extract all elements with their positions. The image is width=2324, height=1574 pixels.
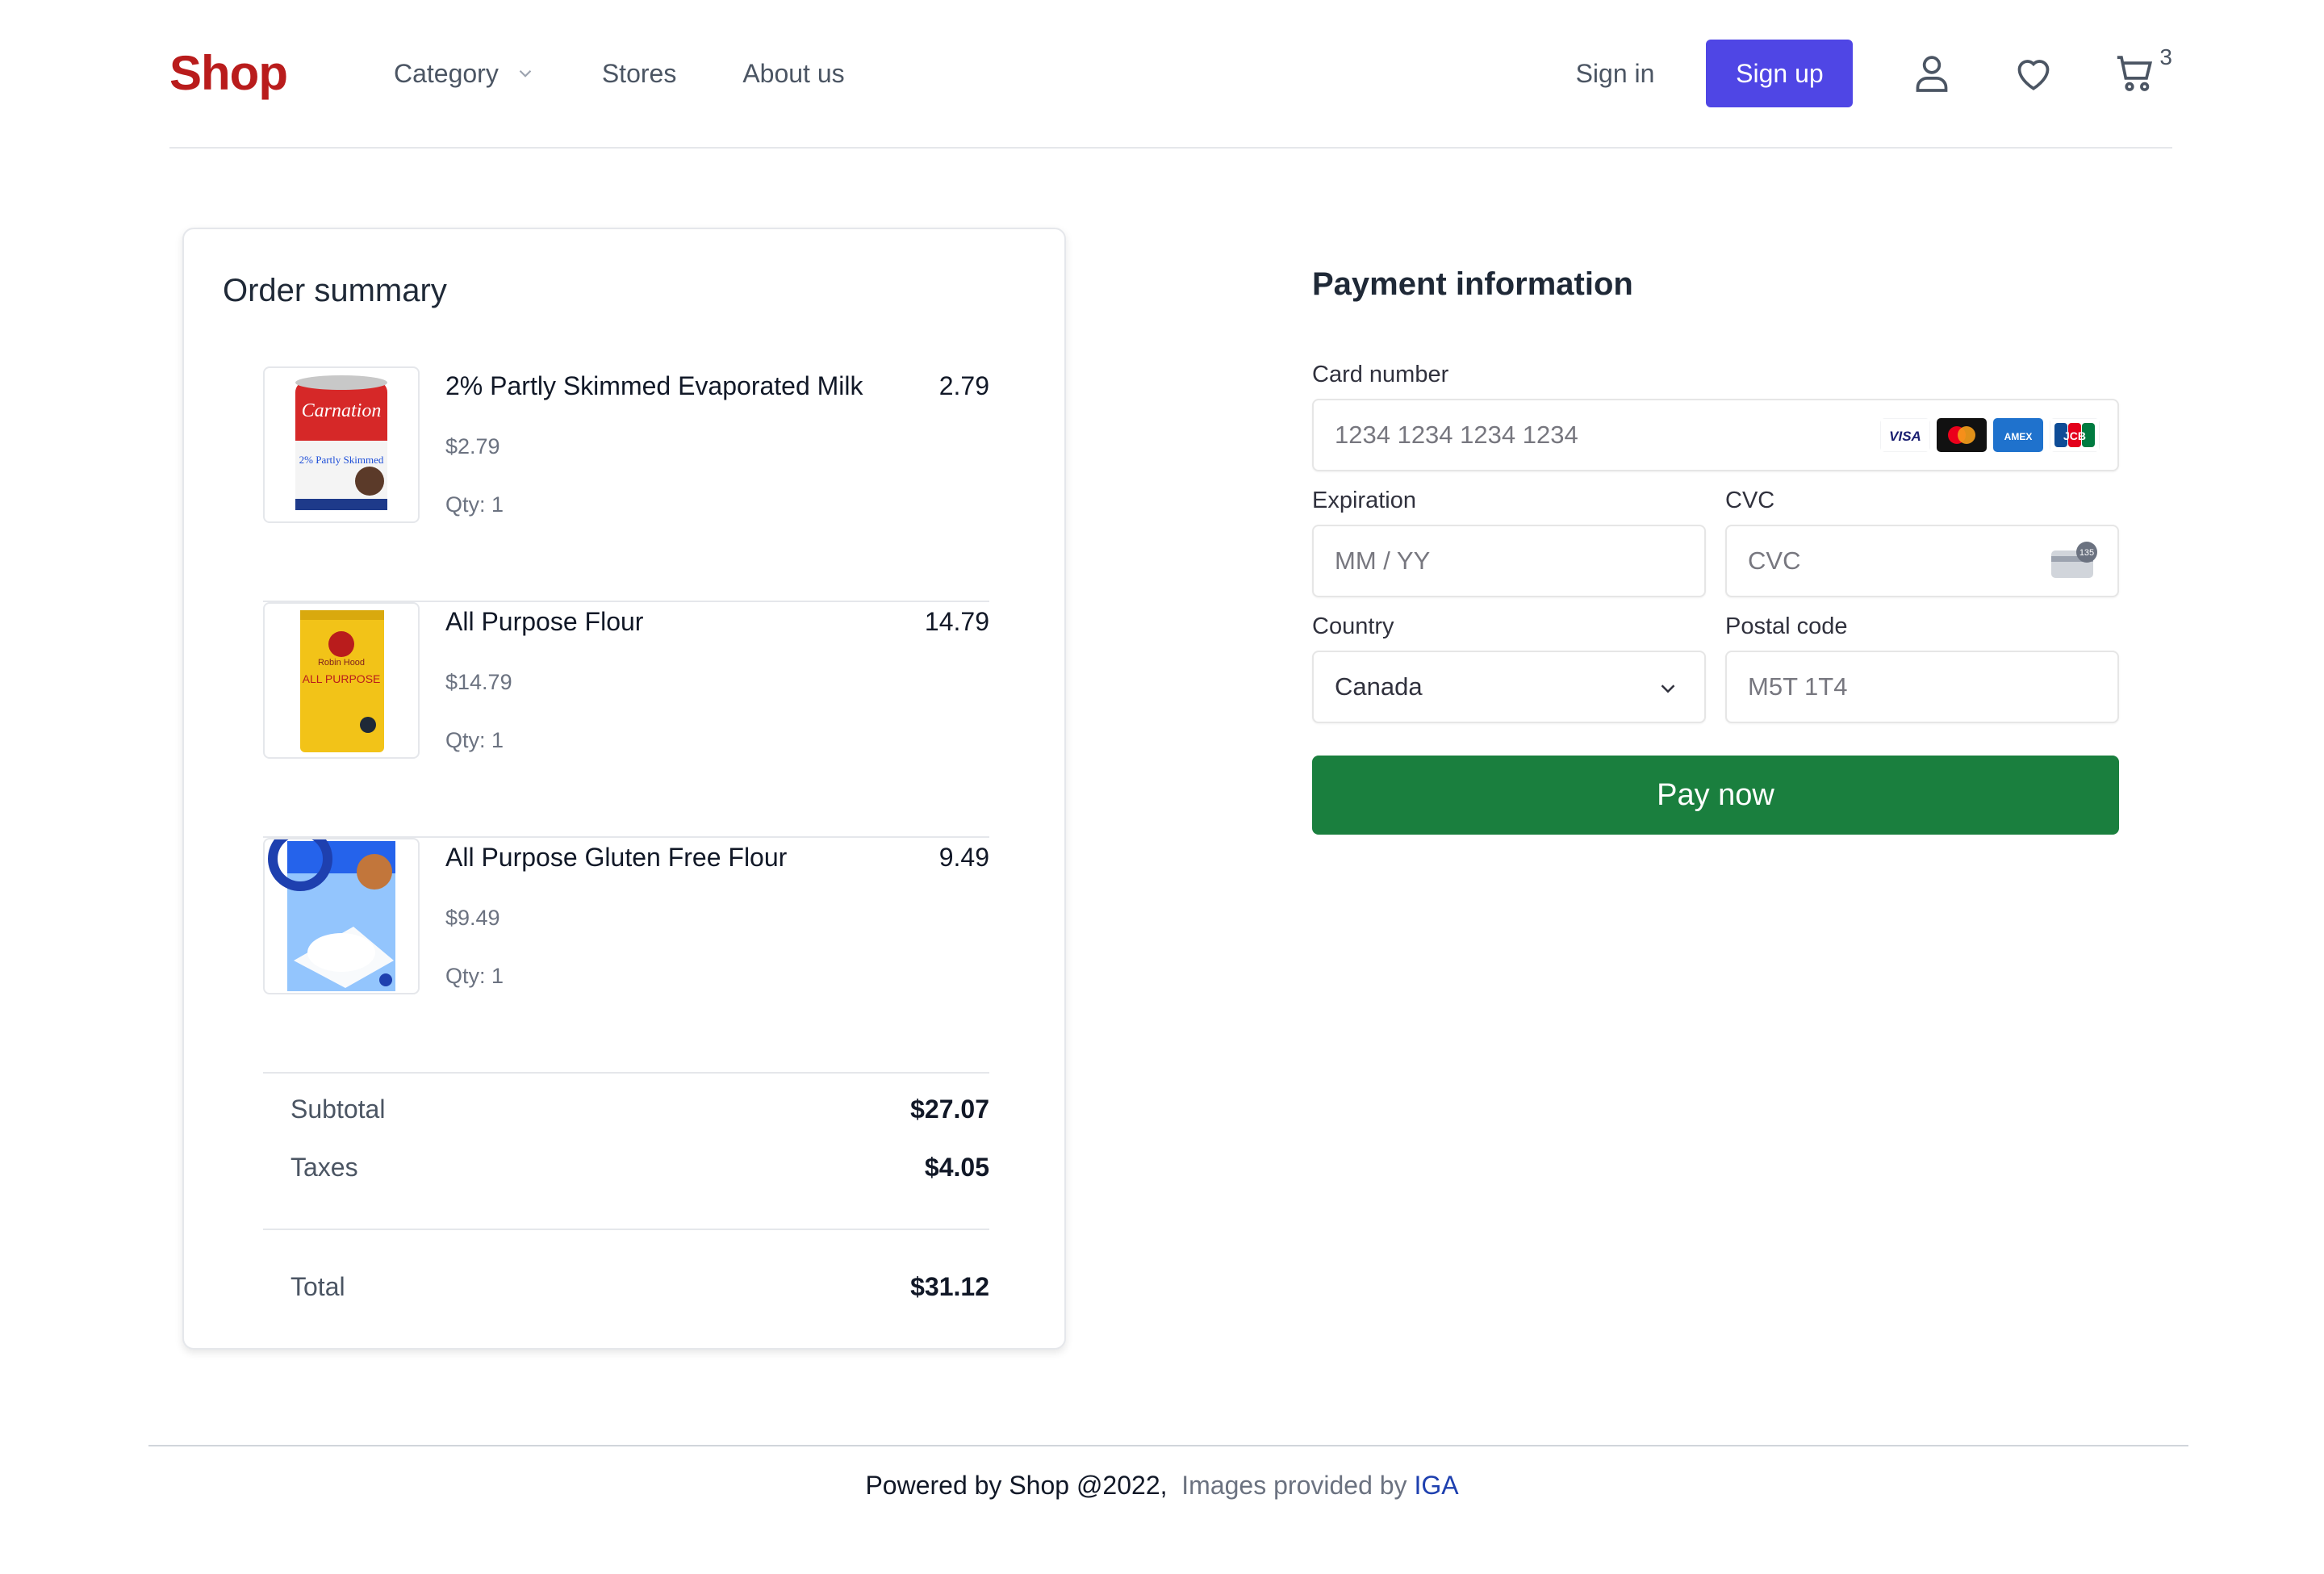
taxes-label: Taxes [290,1153,358,1182]
expiration-input[interactable]: MM / YY [1312,525,1706,597]
card-number-label: Card number [1312,362,1449,387]
logo[interactable]: Shop [169,45,288,101]
nav-stores[interactable]: Stores [602,59,676,89]
item-total: 14.79 [924,607,989,636]
header-actions: Sign in Sign up 3 [1576,40,2172,107]
product-image-evaporated-milk: Carnation 2% Partly Skimmed [263,366,420,523]
svg-text:135: 135 [2079,548,2094,558]
card-number-placeholder: 1234 1234 1234 1234 [1335,421,1578,449]
item-qty: Qty: 1 [445,492,504,517]
order-item: Robin Hood ALL PURPOSE All Purpose Flour… [263,602,989,838]
svg-text:VISA: VISA [1889,429,1921,444]
bag-brand-text: Robin Hood [318,658,365,668]
subtotal-row: Subtotal $27.07 [290,1095,989,1124]
product-image-gluten-free-flour [263,838,420,994]
site-header: Shop Category Stores About us Sign in Si… [169,0,2172,149]
item-total: 9.49 [938,843,989,872]
svg-text:AMEX: AMEX [2004,431,2033,442]
item-qty: Qty: 1 [445,964,504,988]
total-row: Total $31.12 [290,1272,989,1302]
chevron-down-icon [1661,684,1675,693]
taxes-row: Taxes $4.05 [290,1153,989,1183]
cvc-card-icon: 135 [2051,542,2097,578]
order-item: Carnation 2% Partly Skimmed 2% Partly Sk… [263,366,989,602]
item-price: $2.79 [445,434,500,458]
footer-images-text: Images provided by [1181,1471,1407,1500]
product-image-flour: Robin Hood ALL PURPOSE [263,602,420,759]
card-number-input[interactable]: 1234 1234 1234 1234 VISA AMEX JCB [1312,399,2119,471]
total-value: $31.12 [910,1272,989,1301]
item-qty: Qty: 1 [445,728,504,752]
taxes-value: $4.05 [924,1153,989,1182]
postal-code-label: Postal code [1725,613,1848,639]
payment-title: Payment information [1312,266,1633,302]
item-name: 2% Partly Skimmed Evaporated Milk [445,371,863,400]
cvc-label: CVC [1725,488,1775,513]
svg-text:JCB: JCB [2063,429,2086,442]
can-brand-text: Carnation [302,400,382,421]
country-label: Country [1312,613,1394,639]
heart-icon[interactable] [2011,51,2056,96]
nav-category[interactable]: Category [394,59,536,89]
order-summary-title: Order summary [223,273,447,308]
can-variant-text: 2% Partly Skimmed [299,454,384,466]
user-icon[interactable] [1909,51,1954,96]
pay-now-button[interactable]: Pay now [1312,756,2119,835]
nav-category-label: Category [393,58,499,88]
cart-button[interactable]: 3 [2113,44,2172,96]
cvc-input[interactable]: CVC 135 [1725,525,2119,597]
divider [263,1229,989,1230]
cart-count-badge: 3 [2159,44,2172,69]
nav-about[interactable]: About us [742,59,844,89]
amex-icon: AMEX [1993,418,2043,452]
card-brands: VISA AMEX JCB [1874,418,2100,452]
sign-up-button[interactable]: Sign up [1706,40,1854,107]
footer-divider [148,1445,2188,1446]
postal-code-input[interactable]: M5T 1T4 [1725,651,2119,723]
chevron-down-icon [519,69,532,77]
country-select[interactable]: Canada [1312,651,1706,723]
total-label: Total [290,1272,345,1301]
postal-code-placeholder: M5T 1T4 [1748,672,1848,701]
order-summary-card: Order summary Carnation 2% Partly Skimme… [182,228,1066,1350]
expiration-label: Expiration [1312,488,1416,513]
country-value: Canada [1335,672,1423,701]
expiration-placeholder: MM / YY [1335,546,1431,575]
sign-in-link[interactable]: Sign in [1576,59,1655,89]
footer-provider-link[interactable]: IGA [1414,1471,1458,1500]
item-name: All Purpose Flour [445,607,644,636]
item-price: $14.79 [445,670,512,694]
site-footer: Powered by Shop @2022, Images provided b… [0,1471,2324,1501]
mastercard-icon [1937,418,1987,452]
order-item: All Purpose Gluten Free Flour 9.49 $9.49… [263,838,989,1074]
payment-section: Payment information Card number 1234 123… [1312,266,2119,835]
subtotal-label: Subtotal [290,1095,386,1124]
item-price: $9.49 [445,906,500,930]
subtotal-value: $27.07 [910,1095,989,1124]
cart-icon [2117,56,2153,91]
visa-icon: VISA [1880,418,1930,452]
item-total: 2.79 [938,371,989,400]
item-name: All Purpose Gluten Free Flour [445,843,788,872]
bag-variant-text: ALL PURPOSE [303,672,381,685]
jcb-icon: JCB [2050,418,2100,452]
cvc-placeholder: CVC [1748,546,1801,575]
main-nav: Category Stores About us [394,59,911,89]
footer-powered-text: Powered by Shop @2022, [865,1471,1168,1500]
